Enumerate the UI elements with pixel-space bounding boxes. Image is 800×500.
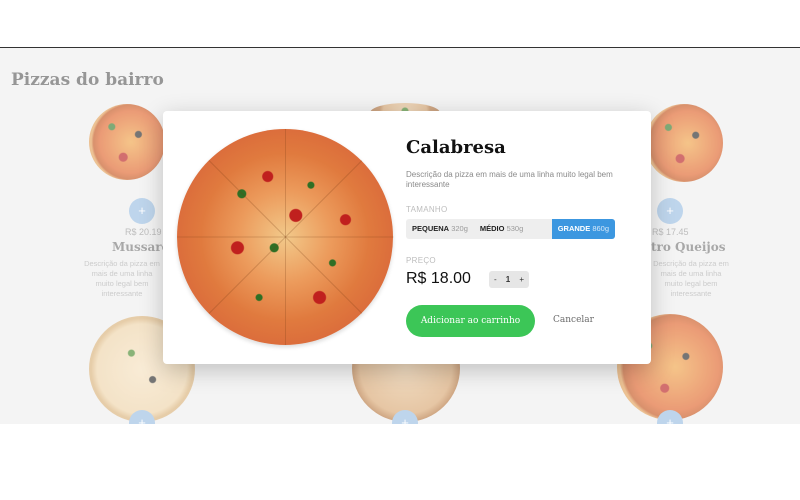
size-label: TAMANHO [406, 205, 448, 214]
quantity-increase-button[interactable]: + [519, 275, 524, 284]
pizza-description: Descrição da pizza em mais de uma linha … [406, 170, 613, 189]
size-option-grande[interactable]: GRANDE 860g [551, 219, 615, 239]
quantity-value: 1 [505, 275, 511, 284]
pizza-price: R$ 18.00 [406, 270, 471, 287]
size-option-medio[interactable]: MÉDIO 530g [474, 219, 529, 239]
pizza-title: Calabresa [406, 137, 506, 158]
quantity-decrease-button[interactable]: - [494, 275, 497, 284]
pizza-detail-modal: Calabresa Descrição da pizza em mais de … [163, 111, 651, 364]
size-selector: PEQUENA 320g MÉDIO 530g GRANDE 860g [406, 219, 615, 239]
cancel-button[interactable]: Cancelar [553, 315, 594, 325]
price-label: PREÇO [406, 256, 436, 265]
pizza-image [177, 129, 394, 345]
add-to-cart-button[interactable]: Adicionar ao carrinho [406, 305, 535, 337]
size-option-pequena[interactable]: PEQUENA 320g [406, 219, 474, 239]
quantity-stepper: - 1 + [489, 271, 529, 288]
